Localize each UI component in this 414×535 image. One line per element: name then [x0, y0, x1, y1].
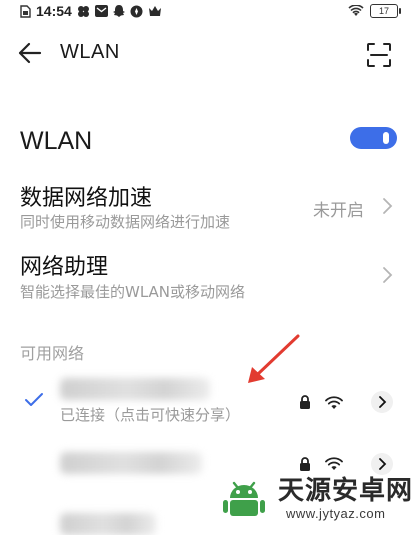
watermark-title: 天源安卓网 — [278, 476, 414, 506]
wlan-toggle[interactable] — [350, 127, 397, 149]
snapchat-icon — [112, 4, 125, 17]
arrow-left-icon — [18, 42, 42, 64]
network-name-blurred — [60, 513, 156, 535]
chevron-right-icon — [379, 396, 387, 408]
status-bar: 14:54 17 — [0, 0, 414, 26]
network-item-connected[interactable]: 已连接（点击可快速分享） — [0, 376, 414, 442]
wifi-signal-icon — [325, 396, 343, 409]
setting-row-network-assistant[interactable]: 网络助理 智能选择最佳的WLAN或移动网络 — [0, 247, 414, 307]
status-bar-right: 17 — [348, 4, 401, 18]
watermark-url: www.jytyaz.com — [286, 506, 386, 521]
chevron-right-icon — [383, 267, 393, 283]
chevron-right-icon — [383, 198, 393, 214]
network-name-blurred — [60, 452, 202, 474]
available-networks-header: 可用网络 — [20, 344, 85, 363]
setting-value: 未开启 — [313, 201, 364, 221]
setting-title: 网络助理 — [20, 255, 109, 280]
network-name-blurred — [60, 378, 210, 400]
scan-icon — [367, 43, 391, 67]
wifi-status-icon — [348, 5, 364, 16]
sim-icon — [20, 4, 31, 18]
battery-icon: 17 — [370, 4, 401, 18]
setting-title: 数据网络加速 — [20, 186, 153, 211]
watermark: 天源安卓网 www.jytyaz.com — [216, 466, 414, 527]
back-button[interactable] — [18, 42, 48, 70]
crown-icon — [148, 6, 161, 16]
lock-icon — [300, 395, 310, 409]
page-title: WLAN — [60, 41, 120, 63]
setting-row-data-acceleration[interactable]: 数据网络加速 同时使用移动数据网络进行加速 未开启 — [0, 176, 414, 236]
gallery-icon — [77, 5, 89, 17]
scan-button[interactable] — [366, 42, 396, 72]
setting-subtitle: 同时使用移动数据网络进行加速 — [20, 213, 231, 231]
network-subtitle: 已连接（点击可快速分享） — [60, 406, 241, 424]
status-bar-left: 14:54 — [20, 3, 162, 19]
toggle-knob — [383, 132, 389, 144]
battery-level: 17 — [378, 6, 389, 16]
network-details-button[interactable] — [371, 391, 393, 413]
setting-subtitle: 智能选择最佳的WLAN或移动网络 — [20, 283, 246, 301]
compass-icon — [130, 5, 143, 17]
checkmark-icon — [25, 393, 43, 406]
annotation-arrow-icon — [248, 334, 300, 383]
status-time: 14:54 — [36, 3, 72, 19]
mail-icon — [94, 5, 108, 17]
wlan-label: WLAN — [20, 127, 93, 155]
android-logo-icon — [220, 474, 268, 522]
